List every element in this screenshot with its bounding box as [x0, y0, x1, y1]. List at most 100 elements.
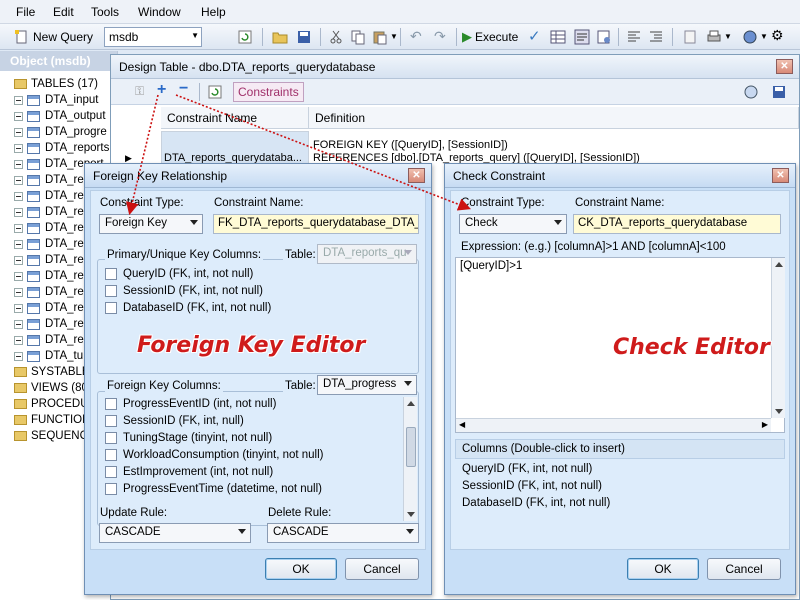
column-header-constraint-name[interactable]: Constraint Name [161, 107, 309, 129]
menu-file[interactable]: File [16, 5, 35, 19]
paste-icon[interactable] [372, 29, 388, 45]
key-icon[interactable]: ⚿ [135, 84, 144, 99]
tree-table-item[interactable]: DTA_re [14, 188, 84, 204]
fk-cancel-button[interactable]: Cancel [345, 558, 419, 580]
connect-dropdown-icon[interactable]: ▼ [760, 32, 768, 41]
fk-column-checkbox[interactable]: EstImprovement (int, not null) [105, 464, 273, 480]
document-icon[interactable] [682, 29, 698, 45]
expand-toggle-icon[interactable] [14, 159, 23, 169]
fk-constraint-type-select[interactable]: Foreign Key [99, 214, 203, 234]
tree-table-item[interactable]: DTA_re [14, 204, 84, 220]
tree-table-item[interactable]: DTA_re [14, 316, 84, 332]
open-folder-icon[interactable] [272, 29, 288, 45]
design-table-close-button[interactable]: ✕ [776, 59, 793, 74]
expression-scrollbar[interactable] [771, 258, 785, 418]
checkbox[interactable] [105, 285, 117, 297]
tree-table-item[interactable]: DTA_input [14, 92, 98, 108]
check-column-item[interactable]: SessionID (FK, int, not null) [462, 480, 602, 492]
expand-toggle-icon[interactable] [14, 287, 23, 297]
pk-table-select[interactable]: DTA_reports_qu [317, 244, 417, 264]
tree-folder-item[interactable]: SEQUENC [14, 428, 88, 444]
refresh-icon[interactable] [207, 84, 223, 100]
delete-rule-select[interactable]: CASCADE [267, 523, 419, 543]
expand-toggle-icon[interactable] [14, 319, 23, 329]
tree-table-item[interactable]: DTA_re [14, 332, 84, 348]
expand-toggle-icon[interactable] [14, 175, 23, 185]
save-icon[interactable] [771, 84, 787, 100]
tree-folder-item[interactable]: FUNCTION [14, 412, 90, 428]
checkbox[interactable] [105, 466, 117, 478]
checkbox[interactable] [105, 483, 117, 495]
fk-column-checkbox[interactable]: SessionID (FK, int, null) [105, 413, 244, 429]
check-constraint-name-input[interactable]: CK_DTA_reports_querydatabase [573, 214, 781, 234]
tree-table-item[interactable]: DTA_re [14, 300, 84, 316]
database-select[interactable]: msdb ▼ [104, 27, 202, 47]
column-header-definition[interactable]: Definition [309, 107, 799, 129]
new-query-button[interactable]: New Query [14, 28, 93, 46]
check-constraint-type-select[interactable]: Check [459, 214, 567, 234]
sync-icon[interactable] [743, 84, 759, 100]
tree-tables-folder[interactable]: TABLES (17) [14, 76, 98, 92]
checkbox[interactable] [105, 302, 117, 314]
pk-column-checkbox[interactable]: QueryID (FK, int, not null) [105, 266, 253, 282]
checkbox[interactable] [105, 398, 117, 410]
tree-table-item[interactable]: DTA_re [14, 172, 84, 188]
tree-table-item[interactable]: DTA_re [14, 236, 84, 252]
expand-toggle-icon[interactable] [14, 143, 23, 153]
print-dropdown-icon[interactable]: ▼ [724, 32, 732, 41]
menu-window[interactable]: Window [138, 5, 181, 19]
tree-table-item[interactable]: DTA_re [14, 252, 84, 268]
check-ok-button[interactable]: OK [627, 558, 699, 580]
expand-toggle-icon[interactable] [14, 207, 23, 217]
tree-table-item[interactable]: DTA_progre [14, 124, 107, 140]
checkbox[interactable] [105, 432, 117, 444]
fk-dialog-close-button[interactable]: ✕ [408, 168, 425, 183]
refresh-icon[interactable] [237, 29, 253, 45]
constraints-tab[interactable]: Constraints [233, 82, 304, 102]
tree-table-item[interactable]: DTA_re [14, 220, 84, 236]
expand-toggle-icon[interactable] [14, 303, 23, 313]
pk-column-checkbox[interactable]: SessionID (FK, int, not null) [105, 283, 263, 299]
check-dialog-close-button[interactable]: ✕ [772, 168, 789, 183]
check-column-item[interactable]: DatabaseID (FK, int, not null) [462, 497, 610, 509]
redo-icon[interactable]: ↷ [434, 28, 446, 45]
pk-column-checkbox[interactable]: DatabaseID (FK, int, not null) [105, 300, 271, 316]
update-rule-select[interactable]: CASCADE [99, 523, 251, 543]
fk-table-select[interactable]: DTA_progress [317, 375, 417, 395]
expand-toggle-icon[interactable] [14, 191, 23, 201]
execute-button[interactable]: ▶ Execute [462, 28, 518, 46]
expand-toggle-icon[interactable] [14, 223, 23, 233]
expand-toggle-icon[interactable] [14, 111, 23, 121]
tree-table-item[interactable]: DTA_re [14, 284, 84, 300]
expand-toggle-icon[interactable] [14, 351, 23, 361]
parse-check-icon[interactable]: ✓ [528, 27, 541, 45]
fk-column-checkbox[interactable]: ProgressEventTime (datetime, not null) [105, 481, 322, 497]
remove-constraint-icon[interactable]: − [179, 80, 188, 98]
results-text-icon[interactable] [574, 29, 590, 45]
checkbox[interactable] [105, 415, 117, 427]
checkbox[interactable] [105, 449, 117, 461]
fk-column-checkbox[interactable]: ProgressEventID (int, not null) [105, 396, 276, 412]
tree-folder-item[interactable]: PROCEDU [14, 396, 89, 412]
checkbox[interactable] [105, 268, 117, 280]
expand-toggle-icon[interactable] [14, 239, 23, 249]
check-cancel-button[interactable]: Cancel [707, 558, 781, 580]
cut-icon[interactable] [328, 29, 344, 45]
print-icon[interactable] [706, 29, 722, 45]
connect-icon[interactable] [742, 29, 758, 45]
settings-gear-icon[interactable]: ⚙ [771, 27, 784, 44]
tree-table-item[interactable]: DTA_output [14, 108, 106, 124]
menu-edit[interactable]: Edit [53, 5, 74, 19]
expand-toggle-icon[interactable] [14, 127, 23, 137]
expand-toggle-icon[interactable] [14, 95, 23, 105]
save-icon[interactable] [296, 29, 312, 45]
expand-toggle-icon[interactable] [14, 255, 23, 265]
fk-columns-scrollbar[interactable] [403, 397, 417, 521]
results-file-icon[interactable] [596, 29, 612, 45]
add-constraint-icon[interactable]: + [157, 81, 166, 99]
tree-table-item[interactable]: DTA_reports [14, 140, 109, 156]
fk-ok-button[interactable]: OK [265, 558, 337, 580]
expand-toggle-icon[interactable] [14, 271, 23, 281]
check-column-item[interactable]: QueryID (FK, int, not null) [462, 463, 592, 475]
tree-folder-item[interactable]: VIEWS (80) [14, 380, 92, 396]
